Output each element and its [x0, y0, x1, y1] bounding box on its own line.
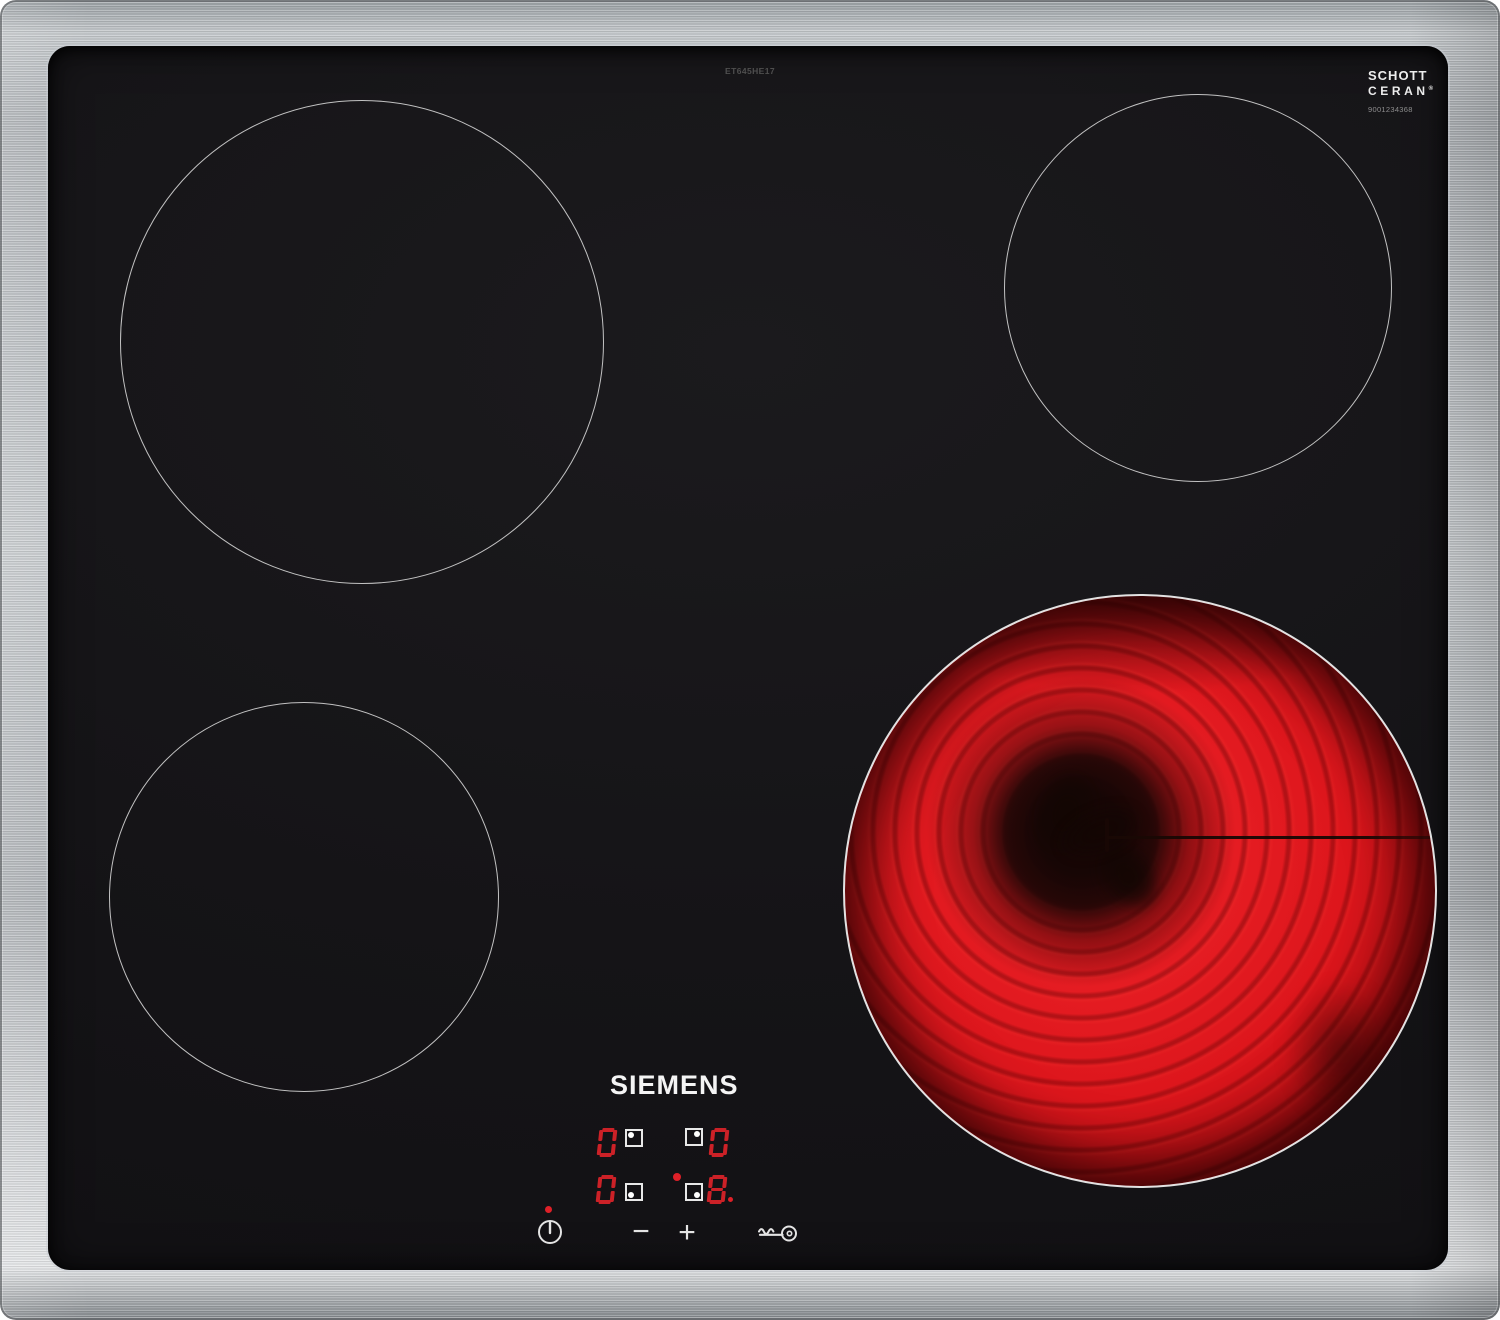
- zone-position-dot: [628, 1192, 634, 1198]
- level-display-front-left: [595, 1175, 617, 1204]
- zone-indicator-back-left: [625, 1129, 643, 1147]
- product-photo-siemens-hob: ET645HE17 SCHOTT CERAN® 9001234368 SIEME…: [0, 0, 1500, 1320]
- power-indicator-dot: [545, 1206, 552, 1213]
- plus-button[interactable]: +: [670, 1218, 704, 1248]
- heating-element-rod: [1107, 836, 1433, 839]
- minus-button[interactable]: −: [624, 1217, 658, 1248]
- zone-indicator-front-right: [685, 1183, 703, 1201]
- model-number: ET645HE17: [725, 66, 775, 76]
- active-zone-indicator-dot: [673, 1173, 681, 1181]
- zone-position-dot: [628, 1132, 634, 1138]
- registered-mark: ®: [1428, 86, 1434, 92]
- decimal-point-dot: [728, 1197, 733, 1202]
- zone-position-dot: [694, 1192, 700, 1198]
- cooking-zone-front-left: [109, 702, 499, 1092]
- cooking-zone-back-right: [1004, 94, 1392, 482]
- power-button[interactable]: [536, 1218, 564, 1246]
- zone-position-dot: [694, 1131, 700, 1137]
- power-icon: [536, 1218, 564, 1246]
- key-icon: [754, 1221, 800, 1246]
- child-lock-button[interactable]: [754, 1221, 800, 1246]
- schott-ceran-logo: SCHOTT CERAN® 9001234368: [1368, 68, 1448, 114]
- level-display-front-right: [706, 1175, 728, 1204]
- schott-wordmark: SCHOTT: [1368, 68, 1428, 83]
- cooking-zone-back-left: [120, 100, 604, 584]
- ceramic-glass-surface: ET645HE17 SCHOTT CERAN® 9001234368 SIEME…: [48, 46, 1448, 1270]
- zone-indicator-front-left: [625, 1183, 643, 1201]
- ceran-wordmark: CERAN®: [1368, 84, 1434, 98]
- print-code: 9001234368: [1368, 105, 1413, 114]
- level-display-back-left: [596, 1128, 618, 1157]
- level-display-back-right: [708, 1128, 730, 1157]
- siemens-logo: SIEMENS: [610, 1070, 739, 1100]
- cooking-zone-right-glowing: [843, 594, 1437, 1188]
- element-dark-patch: [1265, 956, 1415, 1146]
- zone-indicator-back-right: [685, 1128, 703, 1146]
- heating-element-rod: [1105, 818, 1109, 852]
